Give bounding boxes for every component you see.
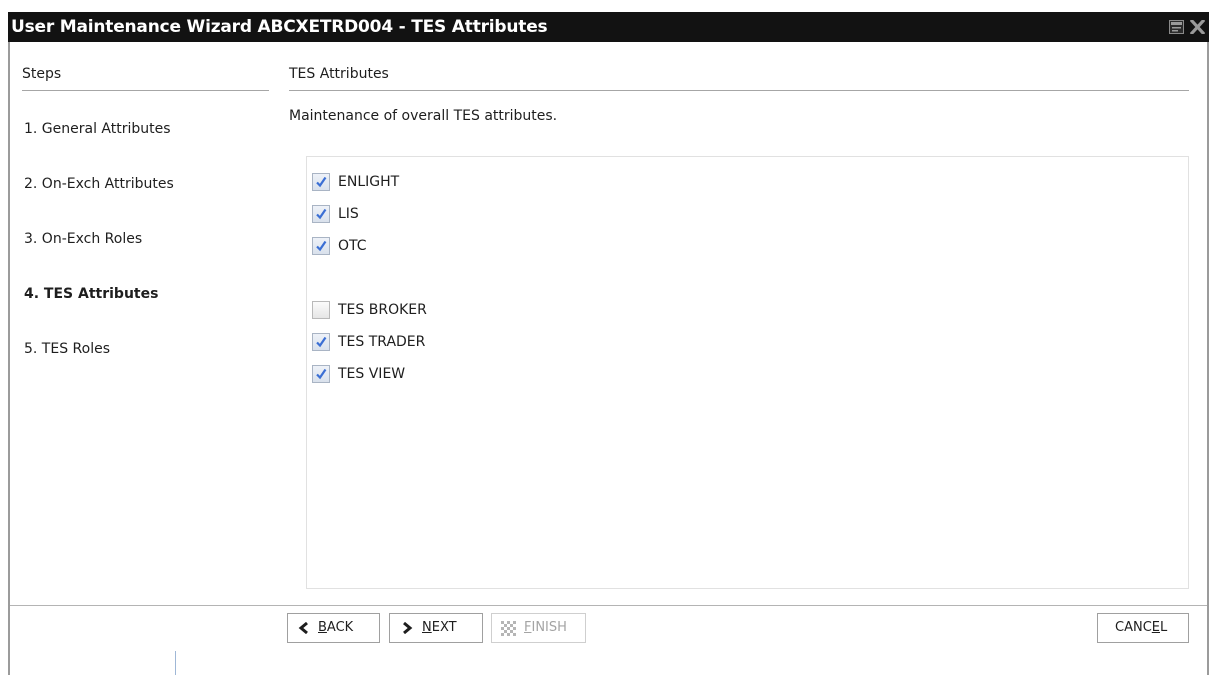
step-general-attributes[interactable]: 1. General Attributes [24,121,171,137]
step-on-exch-attributes[interactable]: 2. On-Exch Attributes [24,176,174,192]
mnemonic: N [422,620,432,635]
checkbox-label: TES BROKER [338,302,427,318]
section-description: Maintenance of overall TES attributes. [289,108,558,124]
checkbox-tes-broker[interactable] [312,301,330,319]
checkbox-label: OTC [338,238,367,254]
checkmark-icon [316,176,327,188]
step-tes-roles[interactable]: 5. TES Roles [24,341,110,357]
checkmark-icon [316,336,327,348]
steps-header: Steps [22,66,62,82]
next-button[interactable]: NEXT [389,613,483,643]
checkbox-label: TES VIEW [338,366,406,382]
attributes-panel [306,156,1189,589]
bottom-marker [175,651,176,675]
checkered-flag-icon [501,621,516,636]
window-right-border [1207,12,1209,675]
mnemonic: B [318,620,327,635]
checkbox-tes-trader[interactable] [312,333,330,351]
close-icon[interactable] [1190,20,1205,34]
section-title: TES Attributes [289,66,389,82]
checkbox-label: ENLIGHT [338,174,400,190]
checkmark-icon [316,240,327,252]
top-strip [0,0,1213,12]
checkbox-otc[interactable] [312,237,330,255]
cancel-button[interactable]: CANCEL [1097,613,1189,643]
wizard-window: User Maintenance Wizard ABCXETRD004 - TE… [0,0,1213,675]
chevron-left-icon [298,622,308,634]
steps-divider [22,90,269,91]
checkmark-icon [316,368,327,380]
window-title: User Maintenance Wizard ABCXETRD004 - TE… [11,17,548,37]
checkbox-label: LIS [338,206,359,222]
footer-divider [10,605,1207,606]
section-divider [289,90,1189,91]
finish-button[interactable]: FINISH [491,613,586,643]
checkbox-tes-view[interactable] [312,365,330,383]
step-on-exch-roles[interactable]: 3. On-Exch Roles [24,231,142,247]
checkbox-enlight[interactable] [312,173,330,191]
checkmark-icon [316,208,327,220]
title-bar[interactable]: User Maintenance Wizard ABCXETRD004 - TE… [8,12,1209,42]
restore-icon[interactable] [1169,20,1184,34]
checkbox-lis[interactable] [312,205,330,223]
chevron-right-icon [403,622,413,634]
back-button[interactable]: BACK [287,613,380,643]
checkbox-label: TES TRADER [338,334,426,350]
mnemonic: E [1151,620,1160,635]
step-tes-attributes[interactable]: 4. TES Attributes [24,286,158,302]
